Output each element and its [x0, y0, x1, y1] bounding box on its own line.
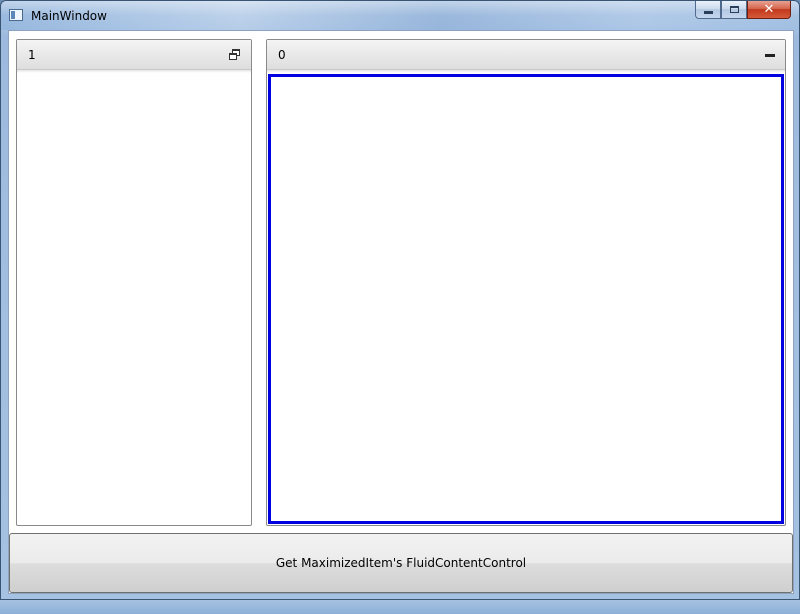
minimize-icon[interactable] — [765, 54, 775, 57]
close-window-button[interactable]: ✕ — [747, 1, 791, 19]
maximized-content-area — [268, 74, 784, 524]
maximize-icon — [729, 6, 739, 13]
caption-buttons: ✕ — [695, 1, 791, 21]
main-window: MainWindow ✕ 1 0 Get MaximizedItem's Flu… — [0, 0, 800, 600]
get-maximized-item-label: Get MaximizedItem's FluidContentControl — [275, 556, 527, 570]
fluid-panel-1[interactable]: 1 — [16, 39, 252, 526]
get-maximized-item-button[interactable]: Get MaximizedItem's FluidContentControl — [9, 533, 793, 593]
minimize-window-button[interactable] — [695, 1, 721, 19]
panel-header-0[interactable]: 0 — [267, 40, 785, 73]
client-area: 1 0 Get MaximizedItem's FluidContentCont… — [8, 30, 794, 594]
minimize-icon — [703, 11, 713, 14]
window-title: MainWindow — [31, 9, 107, 23]
panel-title-1: 1 — [28, 48, 36, 62]
app-window-icon[interactable] — [9, 9, 23, 21]
window-bottom-edge — [0, 600, 800, 614]
restore-icon-front — [229, 53, 237, 60]
panel-header-1[interactable]: 1 — [17, 40, 251, 73]
panel-title-0: 0 — [278, 48, 286, 62]
title-bar[interactable]: MainWindow ✕ — [1, 1, 799, 30]
restore-icon[interactable] — [229, 49, 241, 61]
close-icon: ✕ — [763, 2, 775, 17]
fluid-panel-0[interactable]: 0 — [266, 39, 786, 526]
maximize-window-button[interactable] — [721, 1, 747, 19]
